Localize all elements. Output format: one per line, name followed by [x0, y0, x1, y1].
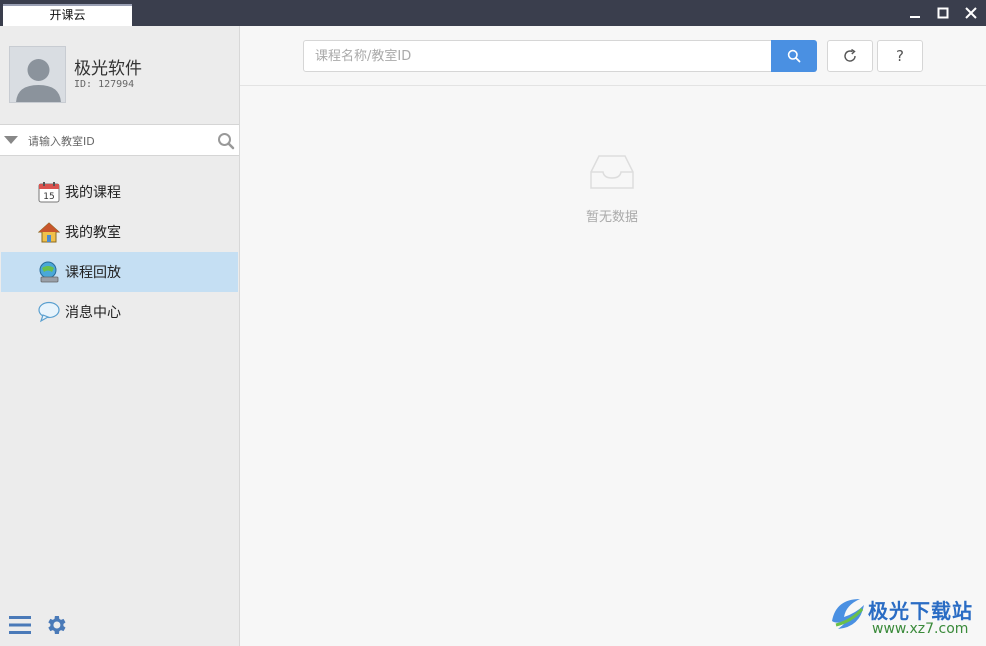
sidebar-item-message-center[interactable]: 消息中心 — [1, 292, 238, 332]
toolbar: ? — [240, 26, 986, 86]
playback-icon — [37, 260, 61, 284]
course-search-box — [303, 40, 772, 72]
user-id: ID: 127994 — [74, 79, 135, 90]
sidebar-item-label: 我的课程 — [65, 185, 121, 201]
speech-bubble-icon — [37, 300, 61, 324]
empty-state: 暂无数据 — [570, 152, 654, 225]
minimize-icon — [910, 16, 920, 18]
title-bar: 开课云 — [0, 0, 986, 26]
room-search-bar — [0, 124, 239, 156]
maximize-button[interactable] — [932, 3, 954, 23]
empty-inbox-icon — [590, 155, 634, 189]
sidebar: 极光软件 ID: 127994 15 我的课程 — [0, 26, 240, 646]
search-icon[interactable] — [217, 132, 235, 150]
gear-icon[interactable] — [44, 613, 68, 637]
calendar-icon: 15 — [37, 180, 61, 204]
refresh-button[interactable] — [827, 40, 873, 72]
watermark-logo-icon — [832, 599, 864, 629]
calendar-day: 15 — [43, 192, 54, 202]
sidebar-item-label: 课程回放 — [65, 265, 121, 281]
empty-state-text: 暂无数据 — [585, 210, 638, 225]
sidebar-item-my-courses[interactable]: 15 我的课程 — [1, 172, 238, 212]
search-button[interactable] — [771, 40, 817, 72]
watermark-url: www.xz7.com — [872, 621, 969, 637]
sidebar-item-label: 我的教室 — [65, 225, 121, 241]
dropdown-caret-icon[interactable] — [4, 136, 18, 144]
sidebar-item-course-playback[interactable]: 课程回放 — [1, 252, 238, 292]
watermark-brand: 极光下载站 — [868, 599, 973, 623]
avatar[interactable] — [9, 46, 66, 103]
minimize-button[interactable] — [904, 3, 926, 23]
user-silhouette-icon — [16, 59, 61, 102]
help-button[interactable]: ? — [877, 40, 923, 72]
sidebar-item-label: 消息中心 — [65, 305, 121, 321]
course-search-input[interactable] — [304, 41, 771, 71]
user-name: 极光软件 — [74, 59, 142, 79]
sidebar-item-my-classrooms[interactable]: 我的教室 — [1, 212, 238, 252]
app-tab[interactable]: 开课云 — [3, 4, 132, 26]
maximize-icon — [937, 7, 949, 19]
refresh-icon — [844, 48, 856, 62]
search-icon — [787, 49, 801, 63]
menu-icon[interactable] — [9, 615, 31, 635]
main-panel: ? 暂无数据 极光下载站 www.xz7.com — [240, 26, 986, 646]
close-button[interactable] — [960, 3, 982, 23]
house-icon — [37, 220, 61, 244]
watermark: 极光下载站 www.xz7.com — [826, 589, 986, 641]
room-id-input[interactable] — [28, 131, 208, 151]
close-icon — [965, 7, 977, 19]
sidebar-nav: 15 我的课程 我的教室 课程回放 消息中心 — [1, 172, 238, 332]
